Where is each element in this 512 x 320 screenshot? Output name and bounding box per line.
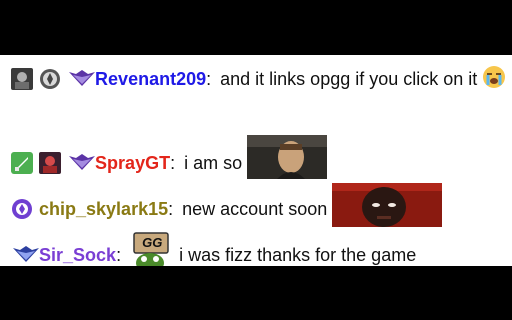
chat-message: SprayGT: i am so bbox=[11, 135, 508, 185]
chat-username[interactable]: chip_skylark15 bbox=[39, 199, 168, 219]
loudly-crying-face-emote bbox=[482, 65, 506, 95]
chat-username[interactable]: SprayGT bbox=[95, 153, 170, 173]
gg-frog-emote: GG bbox=[130, 231, 174, 266]
photo-emote bbox=[247, 135, 328, 185]
medal-badge[interactable] bbox=[39, 68, 61, 90]
chat-message: Revenant209: and it links opgg if you cl… bbox=[11, 65, 508, 95]
wings-badge[interactable] bbox=[67, 68, 96, 90]
circle-badge[interactable] bbox=[11, 198, 33, 220]
gg-sign-text: GG bbox=[142, 235, 163, 250]
avatar-badge[interactable] bbox=[11, 67, 33, 90]
profile-badge[interactable] bbox=[39, 152, 62, 174]
chat-panel: Revenant209: and it links opgg if you cl… bbox=[0, 55, 512, 266]
chat-message-text: i was fizz thanks for the game bbox=[179, 245, 417, 265]
chat-username[interactable]: Revenant209 bbox=[95, 69, 206, 89]
chat-message-text: i am so bbox=[184, 153, 243, 173]
chat-message: chip_skylark15: new account soon bbox=[11, 183, 508, 233]
chat-message-text: and it links opgg if you click on it bbox=[220, 68, 478, 89]
wings-badge[interactable] bbox=[11, 244, 39, 266]
chat-username[interactable]: Sir_Sock bbox=[39, 245, 116, 265]
sword-badge[interactable] bbox=[11, 152, 33, 174]
chat-message: Sir_Sock: GG i was fizz thanks for the g… bbox=[11, 231, 508, 266]
wings-badge[interactable] bbox=[67, 152, 96, 174]
face-emote bbox=[332, 183, 443, 233]
chat-message-text: new account soon bbox=[182, 199, 328, 219]
